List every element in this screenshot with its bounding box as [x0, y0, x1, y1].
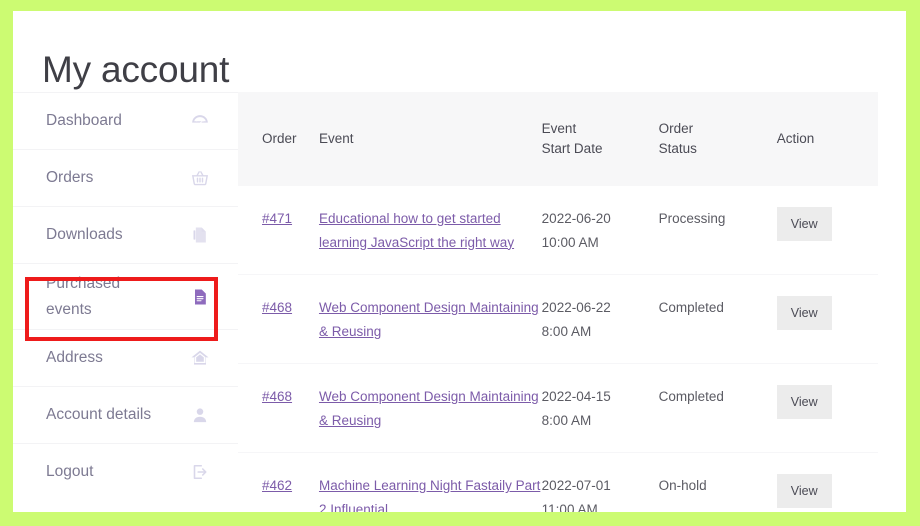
- view-button[interactable]: View: [776, 474, 832, 508]
- column-header-order-status: Order Status: [658, 92, 777, 186]
- column-header-action-label: Action: [776, 131, 815, 146]
- order-link[interactable]: #471: [262, 211, 292, 226]
- cell-action: View: [776, 274, 878, 364]
- status-text: Processing: [658, 211, 726, 226]
- order-link[interactable]: #468: [262, 300, 292, 315]
- cell-action: View: [776, 363, 878, 453]
- cell-event: Educational how to get started learning …: [319, 186, 542, 275]
- outer-frame: My account Dashboard Orders Downloads Pu…: [0, 0, 920, 526]
- event-link[interactable]: Web Component Design Maintaining & Reusi…: [319, 389, 539, 428]
- table-row: #468 Web Component Design Maintaining & …: [238, 274, 878, 364]
- table-body: #471 Educational how to get started lear…: [238, 186, 878, 512]
- logout-icon: [190, 462, 210, 482]
- sidebar-item-purchased-events[interactable]: Purchased events: [13, 263, 238, 329]
- sidebar-item-label: Logout: [46, 463, 94, 480]
- cell-event-start-date: 2022-04-15 8:00 AM: [541, 363, 659, 453]
- speedometer-icon: [190, 111, 210, 131]
- event-link[interactable]: Web Component Design Maintaining & Reusi…: [319, 300, 539, 339]
- column-header-order-status-line2: Status: [658, 141, 697, 156]
- event-link[interactable]: Machine Learning Night Fastaily Part 2 I…: [319, 478, 540, 512]
- table-header: Order Event Event Start Date Order Statu…: [238, 92, 878, 186]
- cell-order-status: Completed: [658, 274, 777, 364]
- sidebar-item-label: Address: [46, 349, 103, 366]
- event-time: 8:00 AM: [541, 323, 592, 339]
- basket-icon: [190, 168, 210, 188]
- table-row: #468 Web Component Design Maintaining & …: [238, 363, 878, 453]
- view-button[interactable]: View: [776, 296, 832, 330]
- column-header-event: Event: [318, 92, 542, 186]
- event-date: 2022-06-22: [541, 300, 611, 315]
- order-link[interactable]: #462: [262, 478, 292, 493]
- cell-event: Machine Learning Night Fastaily Part 2 I…: [318, 452, 542, 512]
- event-link[interactable]: Educational how to get started learning …: [319, 211, 514, 250]
- table-header-row: Order Event Event Start Date Order Statu…: [238, 92, 878, 186]
- column-header-order-status-line1: Order: [658, 121, 694, 136]
- table-row: #471 Educational how to get started lear…: [238, 186, 878, 275]
- sidebar-item-label: Orders: [46, 169, 94, 186]
- cell-order: #468: [238, 363, 319, 453]
- column-header-order-label: Order: [262, 131, 297, 146]
- sidebar-item-orders[interactable]: Orders: [13, 149, 238, 206]
- view-button[interactable]: View: [776, 385, 832, 419]
- event-date: 2022-07-01: [541, 478, 611, 493]
- sidebar-item-label: Downloads: [46, 226, 123, 243]
- event-date: 2022-04-15: [541, 389, 611, 404]
- download-file-icon: [190, 225, 210, 245]
- sidebar-item-label: Purchased events: [46, 274, 121, 318]
- view-button[interactable]: View: [776, 207, 832, 241]
- purchased-events-table: Order Event Event Start Date Order Statu…: [238, 92, 878, 512]
- user-icon: [190, 405, 210, 425]
- sidebar-item-downloads[interactable]: Downloads: [13, 206, 238, 263]
- event-time: 8:00 AM: [541, 412, 592, 428]
- sidebar-item-address[interactable]: Address: [13, 329, 238, 386]
- cell-event: Web Component Design Maintaining & Reusi…: [318, 363, 542, 453]
- cell-order: #462: [238, 452, 319, 512]
- cell-order-status: On-hold: [658, 452, 777, 512]
- cell-action: View: [776, 452, 878, 512]
- column-header-event-start-date-line2: Start Date: [541, 141, 603, 156]
- cell-event-start-date: 2022-06-22 8:00 AM: [541, 274, 659, 364]
- cell-action: View: [776, 186, 878, 275]
- sidebar-item-account-details[interactable]: Account details: [13, 386, 238, 443]
- column-header-order: Order: [238, 92, 319, 186]
- sidebar-item-label: Dashboard: [46, 112, 122, 129]
- document-icon: [190, 287, 210, 307]
- sidebar-item-dashboard[interactable]: Dashboard: [13, 92, 238, 149]
- table-row: #462 Machine Learning Night Fastaily Par…: [238, 452, 878, 513]
- cell-order-status: Completed: [658, 363, 777, 453]
- cell-order: #471: [238, 186, 319, 275]
- cell-order: #468: [238, 274, 319, 364]
- order-link[interactable]: #468: [262, 389, 292, 404]
- page-title: My account: [42, 48, 230, 90]
- home-icon: [190, 348, 210, 368]
- status-text: Completed: [658, 389, 724, 404]
- column-header-action: Action: [776, 92, 878, 186]
- column-header-event-start-date-line1: Event: [541, 121, 577, 136]
- status-text: Completed: [658, 300, 724, 315]
- cell-event-start-date: 2022-06-20 10:00 AM: [542, 186, 659, 275]
- cell-event-start-date: 2022-07-01 11:00 AM: [541, 452, 659, 513]
- event-time: 10:00 AM: [541, 234, 599, 250]
- status-text: On-hold: [658, 478, 707, 493]
- event-date: 2022-06-20: [541, 211, 611, 226]
- sidebar-item-label: Account details: [46, 406, 152, 423]
- account-page: My account Dashboard Orders Downloads Pu…: [13, 11, 906, 512]
- cell-event: Web Component Design Maintaining & Reusi…: [318, 274, 542, 364]
- account-sidebar: Dashboard Orders Downloads Purchased eve…: [13, 92, 238, 500]
- cell-order-status: Processing: [659, 186, 777, 275]
- column-header-event-start-date: Event Start Date: [541, 92, 659, 186]
- column-header-event-label: Event: [318, 131, 354, 146]
- sidebar-item-logout[interactable]: Logout: [13, 443, 238, 500]
- event-time: 11:00 AM: [541, 501, 598, 513]
